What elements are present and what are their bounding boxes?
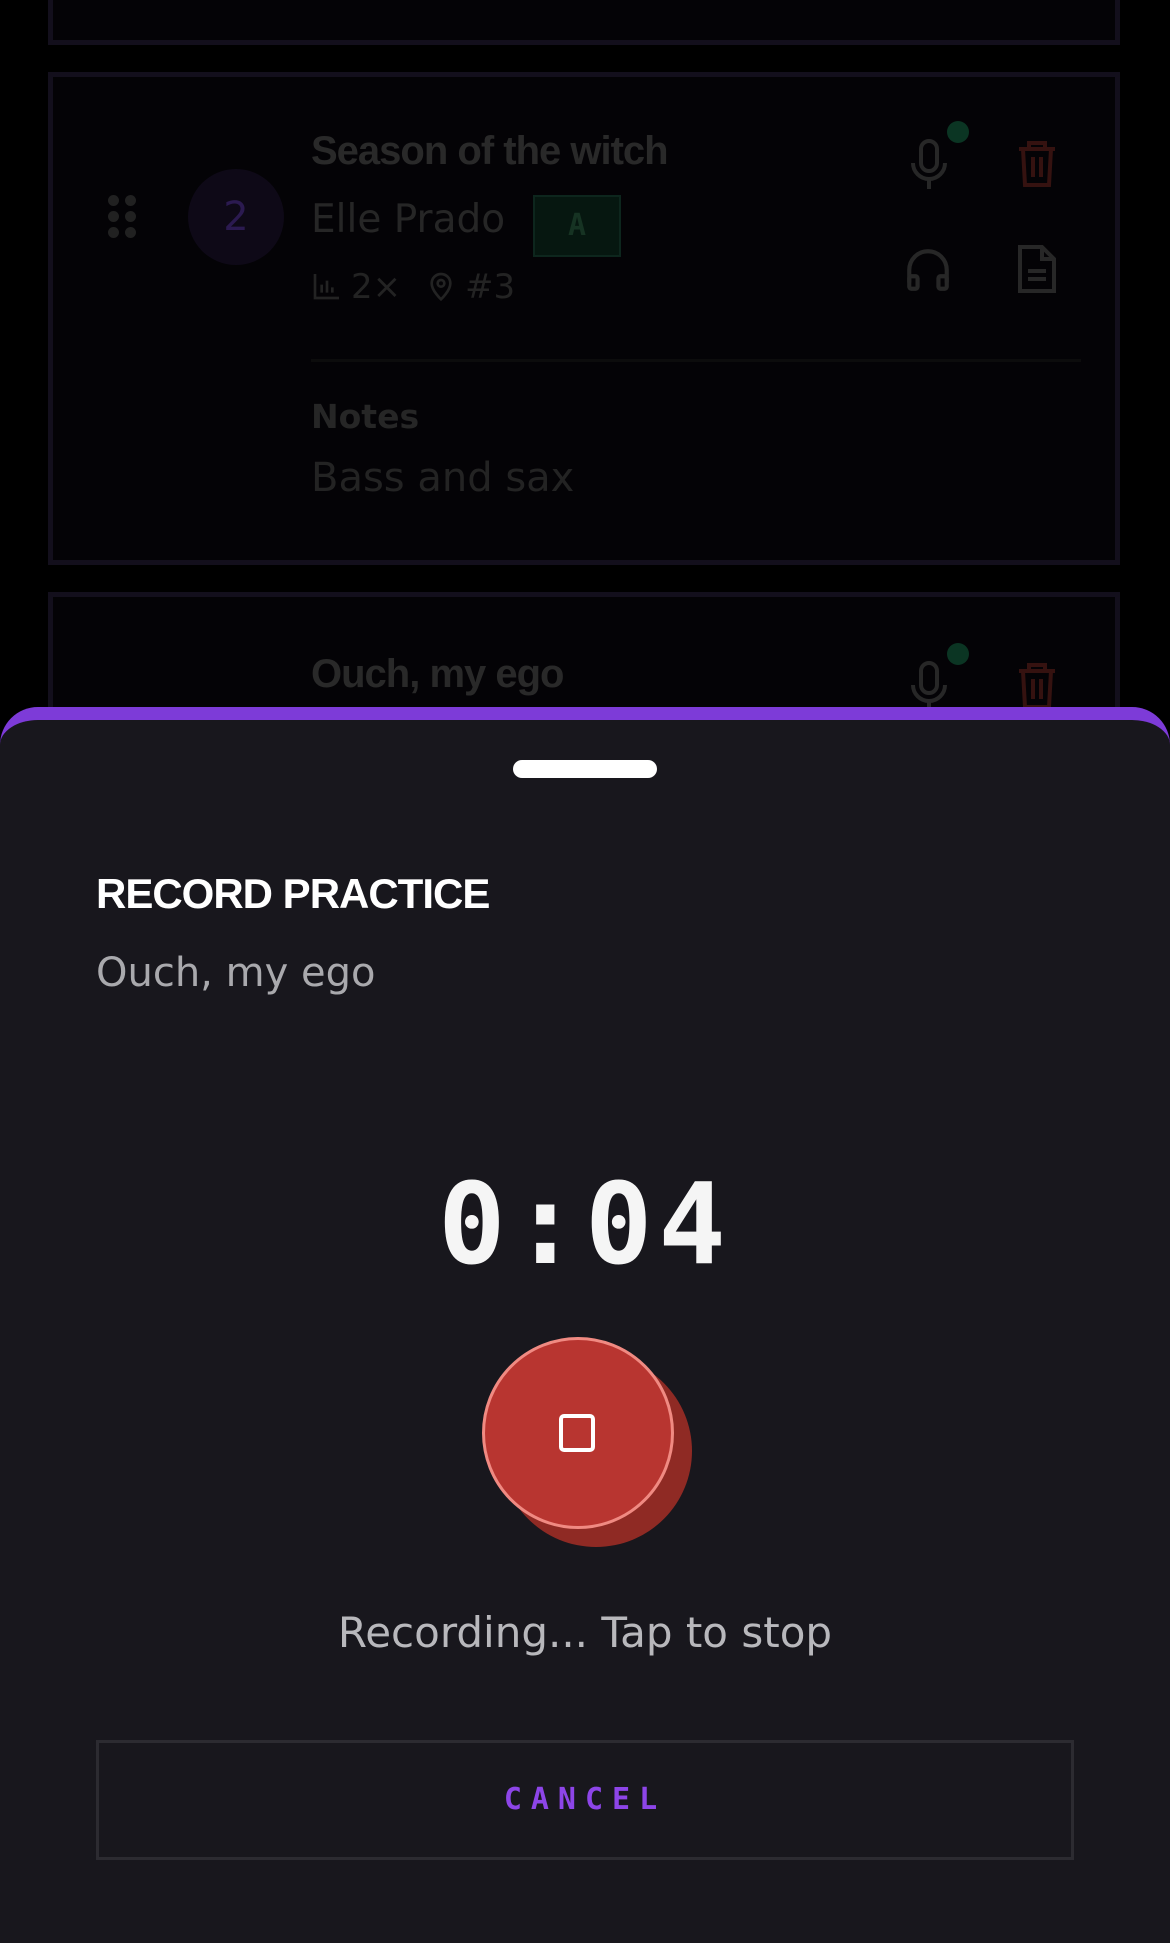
cancel-button[interactable]: CANCEL (96, 1740, 1074, 1860)
stop-recording-button[interactable] (482, 1337, 674, 1529)
stop-icon (559, 1414, 595, 1452)
recording-timer: 0:04 (438, 1160, 732, 1290)
sheet-song-name: Ouch, my ego (96, 950, 376, 996)
sheet-drag-handle[interactable] (513, 760, 657, 778)
sheet-title: RECORD PRACTICE (96, 870, 490, 917)
record-practice-sheet: RECORD PRACTICE Ouch, my ego 0:04 Record… (0, 707, 1170, 1943)
recording-status: Recording... Tap to stop (337, 1608, 833, 1657)
